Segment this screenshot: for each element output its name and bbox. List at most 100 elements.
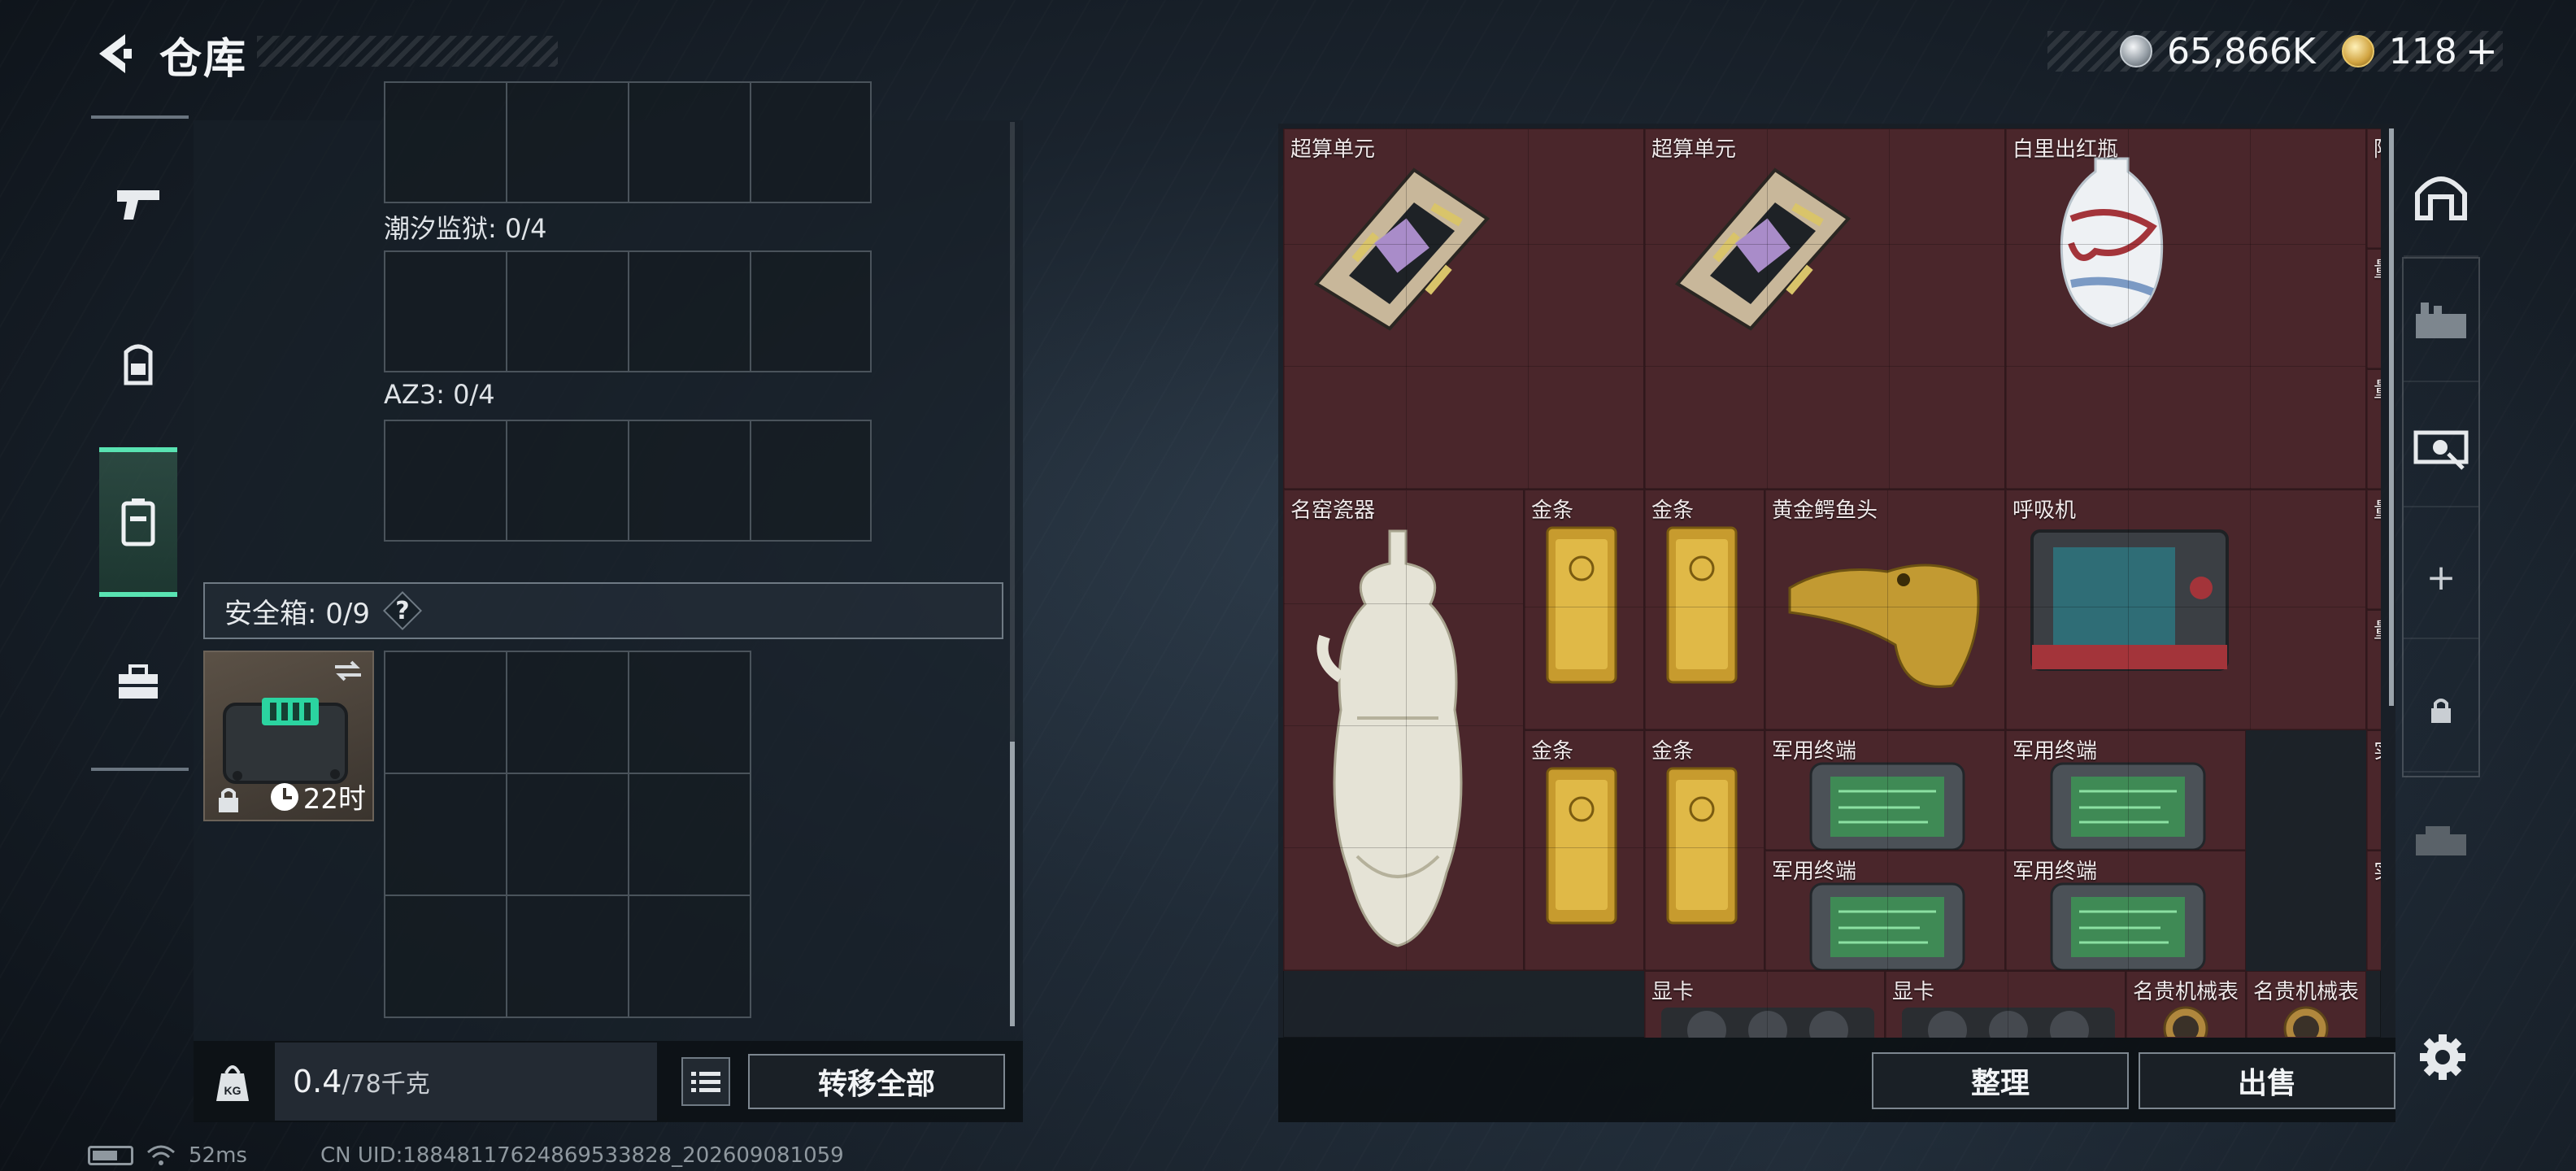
- gpu-icon: [1902, 1008, 2115, 1038]
- sort-button[interactable]: 整理: [1872, 1052, 2129, 1109]
- inventory-item-label: 实验数据: [2374, 734, 2381, 764]
- inventory-item-label: 量子存储: [2374, 253, 2381, 283]
- case-timer-value: 22时: [302, 783, 366, 816]
- gear-icon: [2420, 1034, 2465, 1080]
- inventory-item-vase[interactable]: 白里出红瓶: [2005, 128, 2366, 490]
- sell-button[interactable]: 出售: [2139, 1052, 2395, 1109]
- nav-item-backpack[interactable]: [99, 319, 177, 408]
- side-tab-locked[interactable]: [2404, 651, 2478, 773]
- side-tab-helmet[interactable]: [2404, 135, 2478, 257]
- inventory-item-label: 名贵机械表: [2133, 980, 2239, 1004]
- inventory-item-usb[interactable]: 量子存储: [2366, 369, 2381, 490]
- inventory-item-gpu[interactable]: 显卡: [1644, 971, 1885, 1038]
- inventory-item-terminal[interactable]: 军用终端: [2005, 851, 2246, 971]
- goldbar-icon: [1666, 767, 1738, 925]
- goldbar-icon: [1546, 526, 1617, 684]
- inventory-item-label: 军用终端: [1772, 860, 1857, 884]
- weight-max: /78千克: [342, 1070, 430, 1099]
- nav-item-weapons[interactable]: [99, 159, 177, 249]
- inventory-item-croc[interactable]: 黄金鳄鱼头: [1764, 490, 2005, 730]
- inventory-item-terminal[interactable]: 军用终端: [1764, 730, 2005, 851]
- watch-icon: [2163, 1006, 2208, 1037]
- inventory-item-goldbar[interactable]: 金条: [1644, 730, 1764, 971]
- lock-icon: [219, 788, 238, 812]
- battery-icon: [88, 1146, 133, 1165]
- inventory-item-label: 金条: [1651, 739, 1695, 764]
- silver-coin-icon: [2119, 35, 2152, 67]
- lock-icon: [2431, 699, 2451, 723]
- nav-item-safe-case[interactable]: [99, 447, 177, 597]
- page-title: 仓库: [159, 35, 248, 84]
- inventory-item-supercomputer[interactable]: 超算单元: [1283, 128, 1644, 490]
- inventory-item-disc[interactable]: 实验数据: [2366, 851, 2381, 971]
- clock-icon: [270, 782, 298, 811]
- silver-coin-value: 65,866K: [2166, 30, 2316, 72]
- side-tab-equipment[interactable]: [2404, 260, 2478, 382]
- inventory-item-label: 军用终端: [2012, 860, 2098, 884]
- inventory-item-label: 军用终端: [2012, 739, 2098, 764]
- inventory-item-label: 量子存储: [2374, 614, 2381, 644]
- title-decoration: [257, 36, 558, 67]
- gold-coin-icon: [2341, 35, 2374, 67]
- inventory-item-goldbar[interactable]: 金条: [1524, 730, 1644, 971]
- inventory-item-label: 金条: [1531, 739, 1574, 764]
- user-uid: CN UID:18848117624869533828_202609081059: [320, 1143, 844, 1168]
- nav-item-toolbox[interactable]: [99, 638, 177, 727]
- safe-box-grid[interactable]: [384, 651, 751, 1018]
- add-currency-button[interactable]: +: [2465, 28, 2498, 74]
- ping-value: 52ms: [189, 1143, 247, 1168]
- side-tab-crafting[interactable]: [2404, 385, 2478, 507]
- inventory-item-watch[interactable]: 名贵机械表: [2126, 971, 2246, 1038]
- inventory-item-usb[interactable]: 量子存储: [2366, 610, 2381, 730]
- backpack-icon: [124, 344, 153, 385]
- pistol-icon: [117, 190, 159, 220]
- container-grid-top[interactable]: [384, 81, 872, 203]
- gpu-icon: [1661, 1008, 1874, 1038]
- inventory-item-porcelain[interactable]: 名窑瓷器: [1283, 490, 1524, 971]
- side-tab-vehicle[interactable]: [2404, 781, 2478, 903]
- inventory-item-supercomputer[interactable]: 超算单元: [1644, 128, 2005, 490]
- inventory-item-terminal[interactable]: 军用终端: [1764, 851, 2005, 971]
- nav-divider-bottom: [91, 768, 189, 771]
- inventory-item-goldbar[interactable]: 金条: [1524, 490, 1644, 730]
- container-grid-tidal-prison[interactable]: [384, 250, 872, 372]
- inventory-item-disc[interactable]: 实验数据: [2366, 730, 2381, 851]
- inventory-item-tag[interactable]: 阿萨拉牌...0/54: [2366, 128, 2381, 249]
- status-bar: 52ms: [88, 1143, 247, 1168]
- currency-bar: 65,866K 118 +: [2047, 28, 2503, 74]
- toolbox-icon: [119, 664, 158, 699]
- settings-button[interactable]: [2417, 1031, 2469, 1083]
- safe-case-item[interactable]: 22时: [203, 651, 374, 821]
- safe-box-help-button[interactable]: ?: [385, 593, 420, 629]
- container-grid-az3[interactable]: [384, 420, 872, 542]
- add-icon: +: [2426, 556, 2456, 599]
- stash-scrollbar-thumb[interactable]: [1010, 742, 1015, 1026]
- transfer-all-button[interactable]: 转移全部: [748, 1054, 1005, 1109]
- vehicle-icon: [2416, 826, 2466, 855]
- list-view-button[interactable]: [681, 1057, 730, 1106]
- case-timer: 22时: [270, 777, 366, 816]
- side-tab-add[interactable]: +: [2404, 517, 2478, 639]
- inventory-item-label: 黄金鳄鱼头: [1772, 498, 1878, 523]
- inventory-item-label: 金条: [1531, 498, 1574, 523]
- inventory-item-usb[interactable]: 量子存储: [2366, 490, 2381, 610]
- list-icon: [691, 1072, 720, 1092]
- nav-divider-top: [91, 115, 189, 119]
- inventory-item-terminal[interactable]: 军用终端: [2005, 730, 2246, 851]
- safe-case-icon: [121, 498, 155, 546]
- inventory-item-usb[interactable]: 量子存储: [2366, 249, 2381, 369]
- watch-icon: [2283, 1006, 2329, 1037]
- stash-scrollbar[interactable]: [1010, 122, 1015, 1026]
- inventory-item-label: 显卡: [1651, 980, 1695, 1004]
- back-button[interactable]: [88, 28, 140, 80]
- inventory-scrollbar[interactable]: [2389, 128, 2394, 706]
- inventory-item-goldbar[interactable]: 金条: [1644, 490, 1764, 730]
- swap-icon[interactable]: [332, 659, 364, 683]
- inventory-item-label: 实验数据: [2374, 855, 2381, 885]
- inventory-item-ventilator[interactable]: 呼吸机: [2005, 490, 2366, 730]
- gold-coin-value: 118: [2388, 30, 2457, 72]
- inventory-item-label: 阿萨拉牌...: [2374, 133, 2381, 163]
- inventory-item-gpu[interactable]: 显卡: [1885, 971, 2126, 1038]
- back-arrow-icon: [99, 34, 132, 73]
- inventory-item-watch[interactable]: 名贵机械表: [2246, 971, 2366, 1038]
